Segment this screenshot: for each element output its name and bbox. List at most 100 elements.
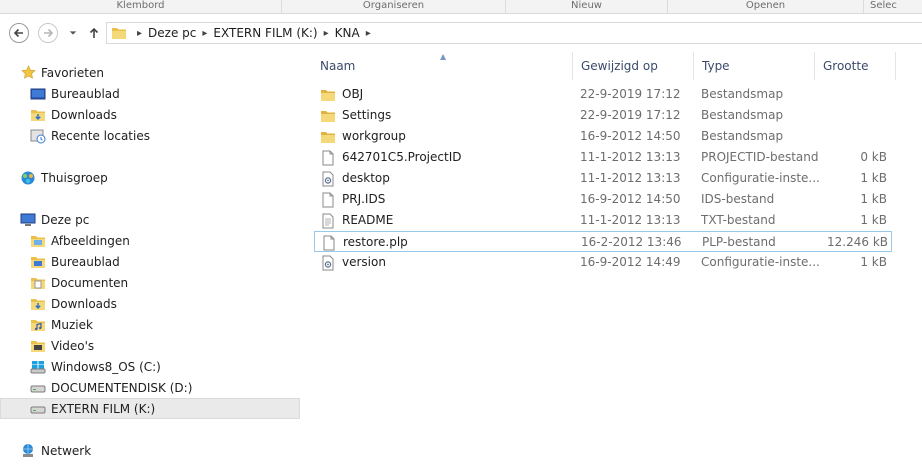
nav-item-label: Recente locaties [51, 128, 150, 143]
nav-homegroup[interactable]: Thuisgroep [0, 167, 300, 188]
column-header-size[interactable]: Grootte [815, 50, 895, 82]
folder-icon [320, 108, 336, 124]
file-name: version [342, 255, 386, 269]
table-row[interactable]: Settings 22-9-2019 17:12 Bestandsmap [314, 105, 892, 126]
file-size: 0 kB [860, 150, 887, 164]
file-modified: 16-2-2012 13:46 [581, 235, 682, 249]
file-name: README [342, 213, 394, 227]
column-header-name[interactable]: Naam [312, 50, 572, 82]
star-icon [20, 65, 36, 81]
nav-item-label: Afbeeldingen [51, 233, 130, 248]
breadcrumb-current-folder[interactable]: KNA [335, 26, 360, 40]
nav-item-label: Downloads [51, 296, 117, 311]
table-row[interactable]: README 11-1-2012 13:13 TXT-bestand 1 kB [314, 210, 892, 231]
file-size: 1 kB [860, 213, 887, 227]
windows-drive-icon [30, 359, 46, 375]
nav-item-videos[interactable]: Video's [0, 335, 300, 356]
file-modified: 16-9-2012 14:50 [580, 192, 681, 206]
config-file-icon [320, 171, 336, 187]
file-type: Configuratie-inste... [701, 255, 819, 269]
breadcrumb-separator-icon[interactable]: ▸ [137, 28, 142, 39]
pictures-folder-icon [30, 233, 46, 249]
nav-item-desktop[interactable]: Bureaublad [0, 83, 300, 104]
table-row[interactable]: desktop 11-1-2012 13:13 Configuratie-inste… [314, 168, 892, 189]
recent-locations-icon [30, 128, 46, 144]
file-size [819, 105, 887, 126]
nav-item-documents[interactable]: Documenten [0, 272, 300, 293]
nav-item-label: Downloads [51, 107, 117, 122]
file-name-cell: workgroup [320, 126, 575, 147]
breadcrumb-this-pc[interactable]: Deze pc [148, 26, 196, 40]
nav-item-label: Muziek [51, 317, 93, 332]
nav-item-drive-k[interactable]: EXTERN FILM (K:) [0, 398, 300, 419]
arrow-right-icon [44, 28, 54, 38]
recent-locations-button[interactable] [66, 26, 80, 40]
nav-item-label: Windows8_OS (C:) [51, 359, 161, 374]
file-modified: 11-1-2012 13:13 [580, 171, 681, 185]
file-type: PLP-bestand [702, 235, 776, 249]
nav-item-label: EXTERN FILM (K:) [51, 401, 156, 416]
file-name-cell: restore.plp [321, 232, 576, 253]
file-name-cell: version [320, 252, 575, 273]
file-modified: 16-9-2012 14:49 [580, 255, 681, 269]
table-row[interactable]: workgroup 16-9-2012 14:50 Bestandsmap [314, 126, 892, 147]
nav-item-recent-locations[interactable]: Recente locaties [0, 125, 300, 146]
nav-item-drive-d[interactable]: DOCUMENTENDISK (D:) [0, 377, 300, 398]
breadcrumb-separator-icon[interactable]: ▸ [324, 28, 329, 39]
file-type: Bestandsmap [701, 87, 784, 101]
file-size: 1 kB [860, 171, 887, 185]
file-name: PRJ.IDS [342, 192, 386, 206]
back-button[interactable] [9, 23, 29, 43]
table-row[interactable]: PRJ.IDS 16-9-2012 14:50 IDS-bestand 1 kB [314, 189, 892, 210]
downloads-folder-icon [30, 296, 46, 312]
chevron-down-icon [69, 31, 77, 35]
file-type: Bestandsmap [701, 129, 784, 143]
address-bar[interactable]: ▸ Deze pc ▸ EXTERN FILM (K:) ▸ KNA ▸ [106, 22, 922, 44]
nav-network[interactable]: Netwerk [0, 440, 300, 461]
music-folder-icon [30, 317, 46, 333]
folder-icon [111, 25, 127, 41]
file-name-cell: OBJ [320, 84, 575, 105]
column-header-modified[interactable]: Gewijzigd op [573, 50, 693, 82]
nav-this-pc[interactable]: Deze pc [0, 209, 300, 230]
breadcrumb-separator-icon[interactable]: ▸ [202, 28, 207, 39]
navigation-pane: Favorieten Bureaublad Downloads Recente … [0, 50, 300, 468]
table-row[interactable]: restore.plp 16-2-2012 13:46 PLP-bestand 12.… [314, 231, 892, 252]
desktop-icon [30, 86, 46, 102]
ribbon-group-open: Openen [668, 0, 864, 14]
table-row[interactable]: 642701C5.ProjectID 11-1-2012 13:13 PROJECT… [314, 147, 892, 168]
file-name-cell: 642701C5.ProjectID [320, 147, 575, 168]
file-name-cell: README [320, 210, 575, 231]
computer-icon [20, 212, 36, 228]
nav-item-downloads[interactable]: Downloads [0, 104, 300, 125]
column-header-type[interactable]: Type [694, 50, 814, 82]
nav-item-music[interactable]: Muziek [0, 314, 300, 335]
file-name: workgroup [342, 129, 406, 143]
forward-button[interactable] [38, 23, 58, 43]
drive-icon [30, 401, 46, 417]
nav-item-label: Video's [51, 338, 95, 353]
ribbon-group-organize: Organiseren [282, 0, 506, 14]
desktop-folder-icon [30, 254, 46, 270]
nav-favorites[interactable]: Favorieten [0, 62, 300, 83]
file-icon [321, 235, 337, 251]
table-row[interactable]: OBJ 22-9-2019 17:12 Bestandsmap [314, 84, 892, 105]
nav-item-pictures[interactable]: Afbeeldingen [0, 230, 300, 251]
ribbon-group-clipboard: Klembord [0, 0, 282, 14]
breadcrumb-drive[interactable]: EXTERN FILM (K:) [213, 26, 317, 40]
file-name-cell: desktop [320, 168, 575, 189]
breadcrumb-separator-icon[interactable]: ▸ [366, 28, 371, 39]
file-size [819, 84, 887, 105]
file-name: 642701C5.ProjectID [342, 150, 462, 164]
nav-item-downloads-pc[interactable]: Downloads [0, 293, 300, 314]
table-row[interactable]: version 16-9-2012 14:49 Configuratie-inste… [314, 252, 892, 273]
up-button[interactable] [87, 26, 101, 40]
file-size: 1 kB [860, 192, 887, 206]
nav-item-drive-c[interactable]: Windows8_OS (C:) [0, 356, 300, 377]
arrow-up-icon [89, 27, 99, 38]
file-modified: 22-9-2019 17:12 [580, 87, 681, 101]
nav-item-desktop-pc[interactable]: Bureaublad [0, 251, 300, 272]
column-divider[interactable] [895, 52, 896, 80]
file-type: PROJECTID-bestand [701, 150, 819, 164]
ribbon-group-select: Selec [870, 0, 897, 11]
